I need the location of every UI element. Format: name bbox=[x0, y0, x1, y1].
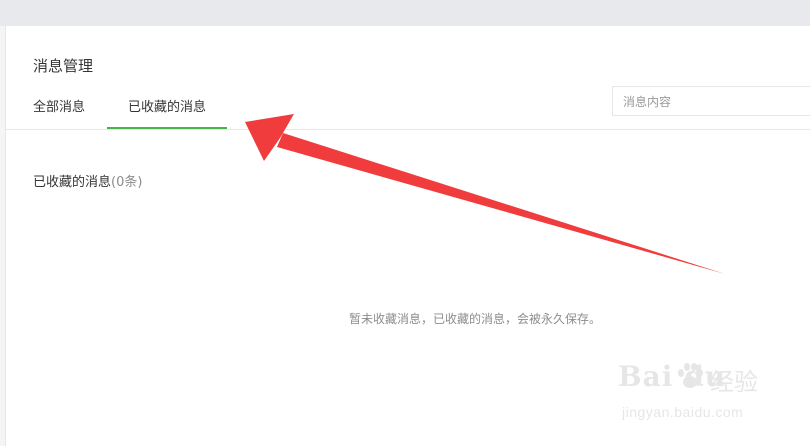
watermark-url: jingyan.baidu.com bbox=[622, 404, 744, 420]
section-heading: 已收藏的消息(0条) bbox=[33, 171, 142, 190]
page-title: 消息管理 bbox=[33, 57, 94, 75]
baidu-jingyan-watermark: Bai du 经验 jingyan.baidu.com bbox=[618, 356, 768, 436]
watermark-jingyan-text: 经验 bbox=[710, 368, 758, 396]
favorites-count: (0条) bbox=[111, 175, 143, 190]
section-heading-label: 已收藏的消息 bbox=[33, 175, 112, 190]
message-search-input[interactable] bbox=[623, 93, 808, 111]
tab-divider bbox=[5, 129, 810, 130]
message-search-box[interactable] bbox=[612, 86, 810, 116]
tab-favorited-messages[interactable]: 已收藏的消息 bbox=[107, 89, 227, 129]
tab-all-messages[interactable]: 全部消息 bbox=[33, 89, 85, 129]
empty-state-message: 暂未收藏消息，已收藏的消息，会被永久保存。 bbox=[349, 312, 602, 326]
